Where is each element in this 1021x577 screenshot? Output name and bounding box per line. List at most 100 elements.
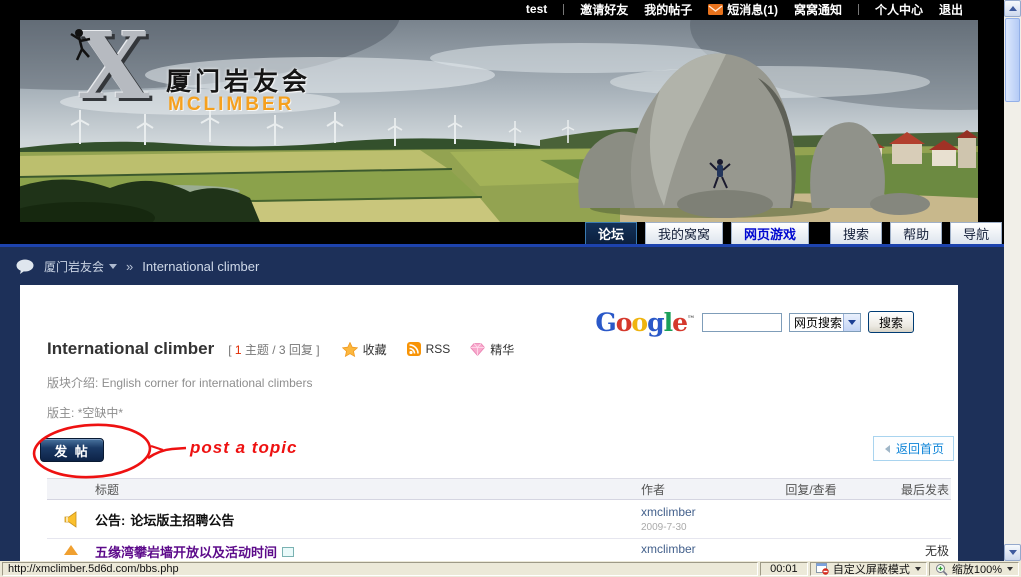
- forum-title: International climber: [47, 339, 214, 359]
- star-icon: [342, 342, 358, 357]
- chevron-down-icon: [915, 567, 921, 574]
- climber-logo-icon: [68, 26, 98, 68]
- author-link[interactable]: xmclimber: [641, 542, 696, 556]
- status-timer: 00:01: [760, 562, 808, 576]
- forum-header: International climber [ 1 主题 / 3 回复 ] 收藏: [47, 339, 958, 359]
- scroll-down-button[interactable]: [1004, 544, 1021, 561]
- ad-block-mode-control[interactable]: 自定义屏蔽模式: [810, 562, 927, 576]
- zoom-control[interactable]: 缩放100%: [929, 562, 1019, 576]
- digest-label: 精华: [490, 341, 514, 358]
- arrow-left-icon: [881, 445, 890, 453]
- topic-title-text: 五缘湾攀岩墙开放以及活动时间: [95, 542, 277, 561]
- forum-intro-text: English corner for international climber…: [102, 376, 313, 390]
- tab-forum[interactable]: 论坛: [585, 222, 637, 244]
- rss-icon: [407, 342, 421, 356]
- topic-title-text: 论坛版主招聘公告: [130, 513, 234, 528]
- zoom-label: 缩放100%: [952, 561, 1002, 577]
- back-to-home-link[interactable]: 返回首页: [873, 436, 954, 461]
- select-arrow-button[interactable]: [843, 314, 860, 331]
- scroll-up-button[interactable]: [1004, 0, 1021, 17]
- topic-prefix: 公告:: [95, 513, 125, 528]
- table-row: 公告:论坛版主招聘公告 xmclimber 2009-7-30: [47, 500, 951, 539]
- banner-area: X 厦门岩友会 MCLIMBER: [0, 18, 1021, 222]
- topics-count: 1: [235, 343, 242, 357]
- forum-intro: 版块介绍: English corner for international c…: [47, 374, 958, 391]
- stats-rest: 主题 / 3 回复 ]: [242, 343, 320, 357]
- google-letter: o: [616, 308, 632, 337]
- google-letter: g: [647, 308, 663, 337]
- breadcrumb-separator: »: [126, 259, 133, 274]
- google-letter: l: [664, 308, 673, 337]
- username-link[interactable]: test: [526, 2, 547, 16]
- chevron-down-icon: [109, 264, 117, 273]
- menu-short-messages[interactable]: 短消息(1): [708, 1, 778, 18]
- site-logo[interactable]: X 厦门岩友会 MCLIMBER: [54, 24, 374, 124]
- back-to-home-label: 返回首页: [896, 440, 944, 457]
- status-bar: http://xmclimber.5d6d.com/bbs.php 00:01 …: [0, 561, 1021, 577]
- divider: [563, 4, 564, 15]
- scrollbar-thumb[interactable]: [1005, 18, 1020, 102]
- google-logo: Google™: [595, 310, 695, 335]
- favorite-label: 收藏: [363, 341, 387, 358]
- menu-logout[interactable]: 退出: [939, 1, 963, 18]
- top-user-bar: test 邀请好友 我的帖子 短消息(1) 窝窝通知 个人中心 退出: [0, 0, 1021, 18]
- forum-panel: Google™ 网页搜索 搜索 International climber [ …: [20, 285, 958, 561]
- menu-my-posts[interactable]: 我的帖子: [644, 1, 692, 18]
- search-scope-select[interactable]: 网页搜索: [789, 313, 861, 332]
- google-search-button[interactable]: 搜索: [868, 311, 914, 333]
- tab-web-games[interactable]: 网页游戏: [731, 222, 809, 244]
- status-url: http://xmclimber.5d6d.com/bbs.php: [2, 562, 758, 576]
- forum-stats: [ 1 主题 / 3 回复 ]: [228, 341, 319, 358]
- header-author: 作者: [641, 481, 761, 498]
- moderator-value: *空缺中*: [78, 406, 123, 420]
- header-title: 标题: [95, 481, 641, 498]
- header-replies: 回复/查看: [761, 481, 861, 498]
- google-letter: o: [631, 308, 647, 337]
- search-scope-value: 网页搜索: [794, 314, 842, 331]
- breadcrumb-current[interactable]: International climber: [142, 259, 259, 274]
- rss-label: RSS: [426, 342, 451, 356]
- topic-link[interactable]: 公告: 论坛版主招聘公告: [95, 513, 234, 528]
- rss-link[interactable]: RSS: [407, 342, 451, 356]
- menu-short-messages-label: 短消息(1): [727, 1, 778, 18]
- magnifier-zoom-icon: [935, 563, 948, 576]
- announcement-horn-icon: [62, 511, 80, 528]
- speech-bubble-icon: [16, 259, 35, 274]
- post-topic-button[interactable]: 发 帖: [40, 438, 104, 462]
- menu-user-center[interactable]: 个人中心: [875, 1, 923, 18]
- arrow-down-icon: [1009, 550, 1017, 559]
- vertical-scrollbar[interactable]: [1004, 0, 1021, 561]
- banner-photo: X 厦门岩友会 MCLIMBER: [20, 20, 978, 222]
- chevron-down-icon: [1007, 567, 1013, 574]
- favorite-link[interactable]: 收藏: [342, 341, 387, 358]
- gem-icon: [470, 343, 485, 356]
- site-name: 厦门岩友会: [166, 62, 311, 98]
- nav-tab-bar: 论坛 我的窝窝 网页游戏 搜索 帮助 导航: [0, 222, 1021, 247]
- breadcrumb: 厦门岩友会 » International climber: [0, 247, 1021, 285]
- stats-bracket: [: [228, 343, 235, 357]
- chevron-down-icon: [848, 320, 856, 329]
- author-link[interactable]: xmclimber: [641, 505, 696, 519]
- last-poster-link[interactable]: 无极: [925, 544, 949, 558]
- browser-page: test 邀请好友 我的帖子 短消息(1) 窝窝通知 个人中心 退出: [0, 0, 1021, 577]
- tab-my-space[interactable]: 我的窝窝: [645, 222, 723, 244]
- forum-header-actions: 收藏 RSS: [342, 341, 515, 358]
- topic-link[interactable]: 五缘湾攀岩墙开放以及活动时间: [95, 542, 294, 561]
- divider: [858, 4, 859, 15]
- google-search-bar: Google™ 网页搜索 搜索: [20, 285, 958, 335]
- tab-search[interactable]: 搜索: [830, 222, 882, 244]
- menu-invite-friends[interactable]: 邀请好友: [580, 1, 628, 18]
- moderator-label: 版主:: [47, 406, 74, 420]
- image-attachment-icon: [282, 547, 294, 557]
- menu-notifications[interactable]: 窝窝通知: [794, 1, 842, 18]
- google-search-input[interactable]: [702, 313, 782, 332]
- tab-sitemap[interactable]: 导航: [950, 222, 1002, 244]
- tab-help[interactable]: 帮助: [890, 222, 942, 244]
- topic-triangle-icon: [64, 538, 78, 555]
- breadcrumb-root-label: 厦门岩友会: [44, 258, 104, 275]
- breadcrumb-root[interactable]: 厦门岩友会: [44, 258, 117, 275]
- ad-blocker-icon: [816, 563, 829, 575]
- site-name-en: MCLIMBER: [168, 94, 294, 116]
- ad-block-mode-label: 自定义屏蔽模式: [833, 561, 910, 577]
- digest-link[interactable]: 精华: [470, 341, 514, 358]
